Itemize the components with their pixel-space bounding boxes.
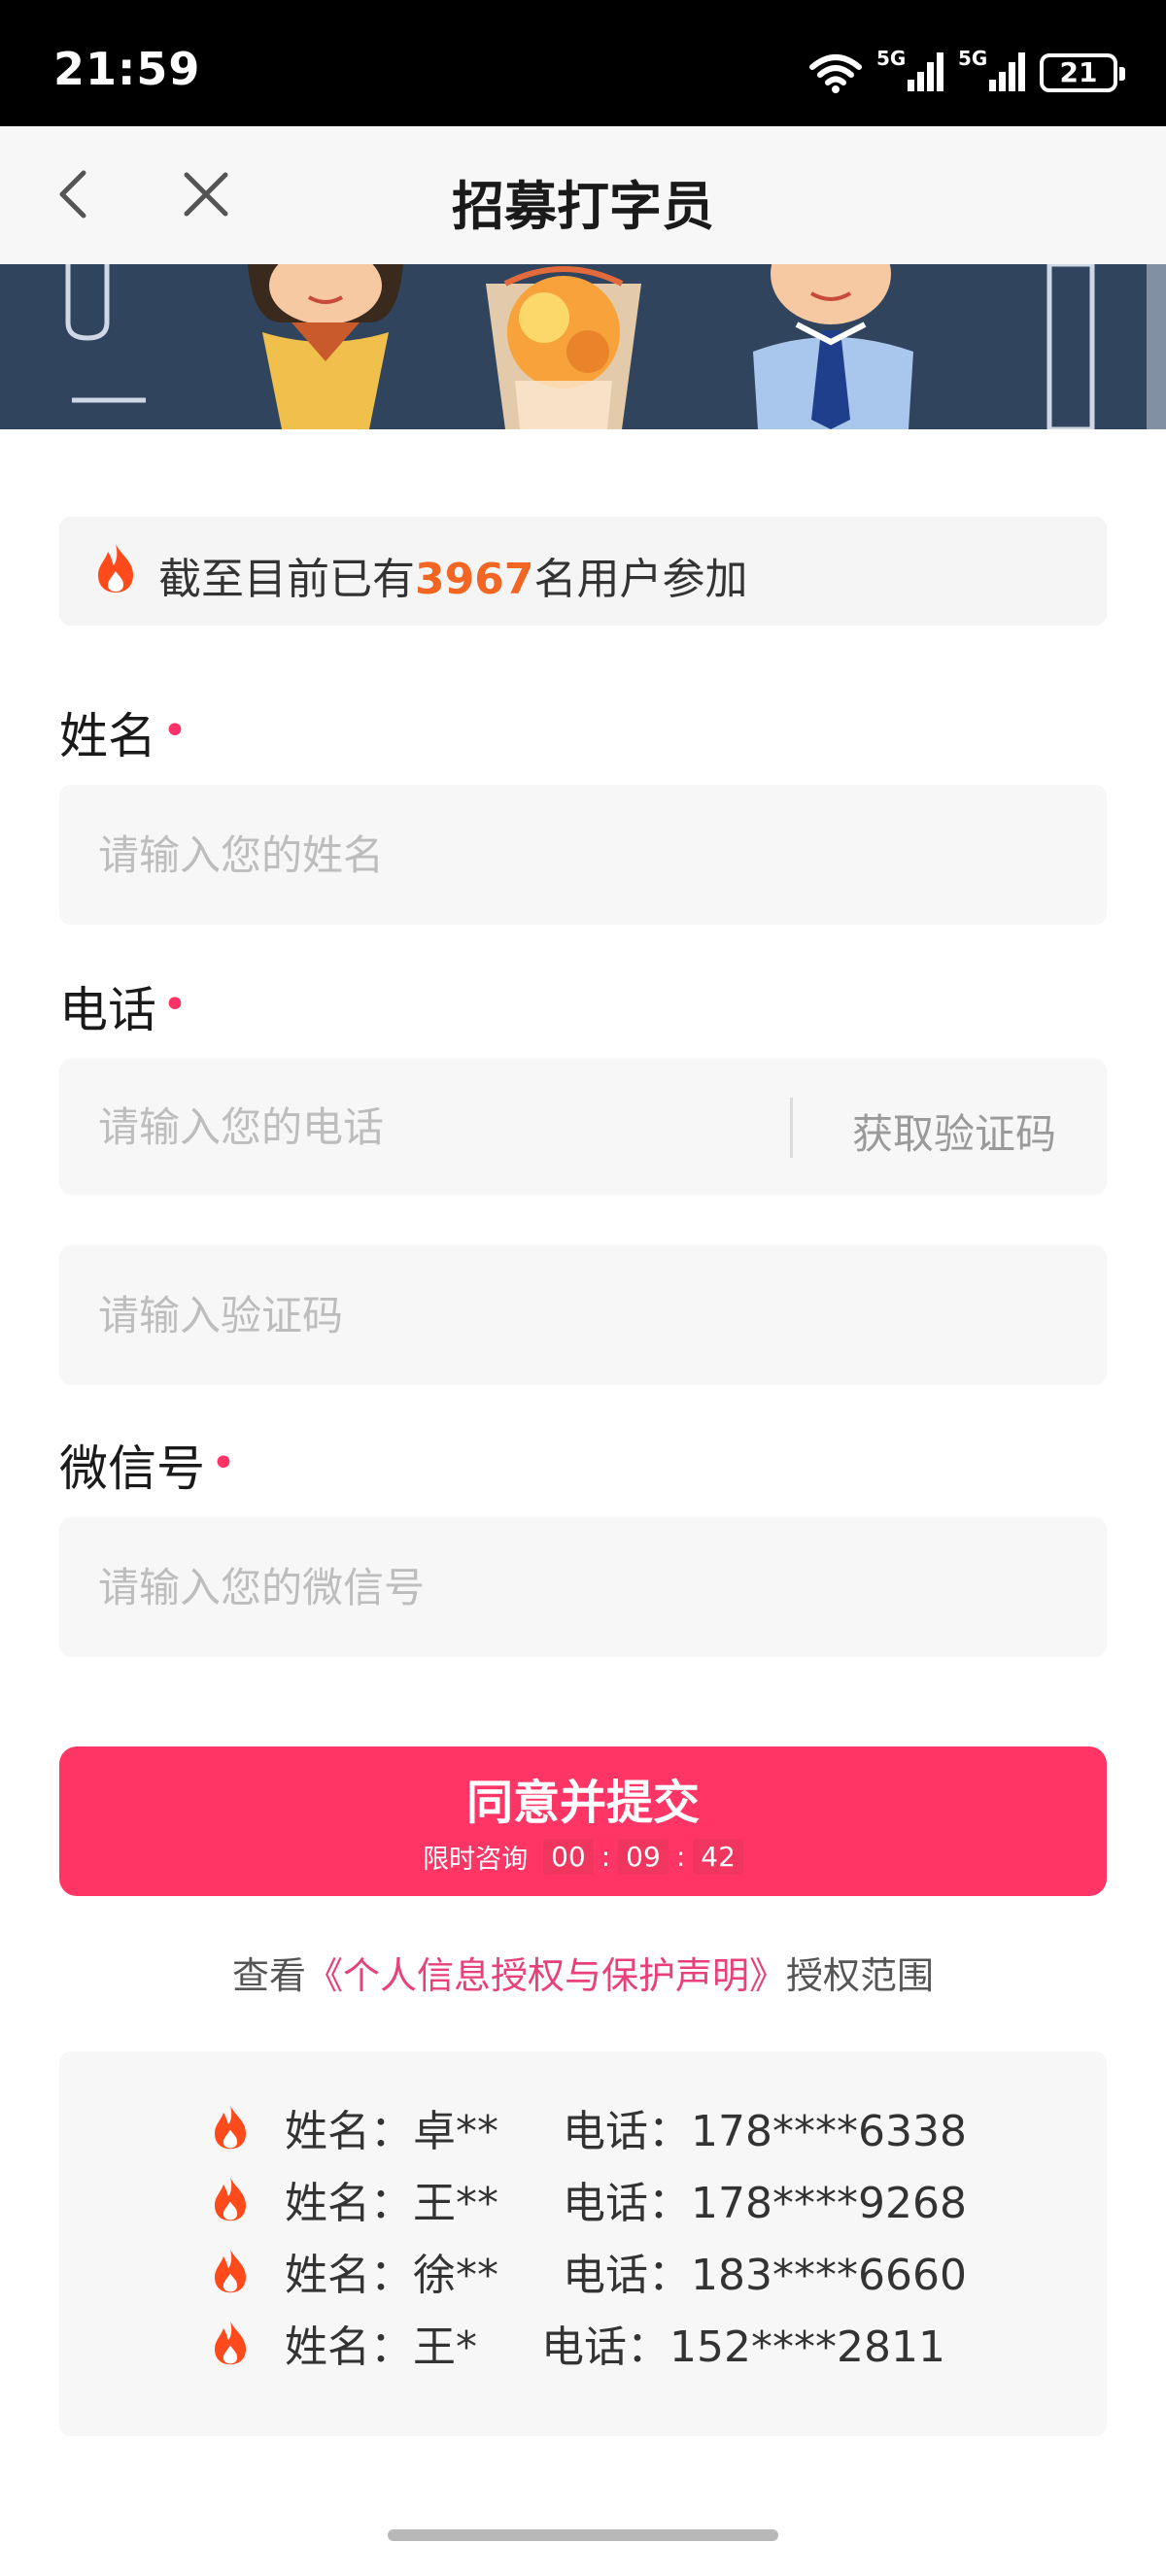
- battery-icon: 21: [1040, 53, 1125, 92]
- name-label: 姓名 •: [59, 697, 188, 767]
- participant-count-box: 截至目前已有3967名用户参加: [59, 517, 1107, 626]
- required-indicator: •: [211, 1439, 236, 1488]
- registrant-name: 姓名：王**: [285, 2179, 498, 2228]
- status-icons: 5G 5G 21: [808, 47, 1125, 97]
- name-label-text: 姓名: [59, 708, 156, 764]
- banner-illustration: [0, 264, 1166, 429]
- countdown-separator: :: [600, 1841, 611, 1873]
- signal-icon: 5G: [876, 47, 944, 95]
- required-indicator: •: [162, 706, 188, 756]
- phone-input[interactable]: [59, 1059, 778, 1195]
- registrant-name: 姓名：徐**: [285, 2251, 498, 2300]
- phone-field: 获取验证码: [59, 1059, 1107, 1195]
- count-prefix: 截至目前已有: [158, 555, 415, 604]
- nav-bar: 招募打字员: [0, 126, 1166, 264]
- divider: [790, 1098, 793, 1158]
- signal-icon: 5G: [958, 47, 1026, 95]
- registrant-phone: 电话：152****2811: [541, 2322, 945, 2372]
- participant-count-number: 3967: [415, 555, 534, 604]
- countdown-separator: :: [675, 1841, 686, 1873]
- fire-icon: [215, 2321, 246, 2365]
- submit-button[interactable]: 同意并提交 限时咨询 00 : 09 : 42: [59, 1746, 1107, 1896]
- countdown-minutes: 09: [618, 1839, 669, 1875]
- participant-count-text: 截至目前已有3967名用户参加: [158, 544, 747, 606]
- phone-label-text: 电话: [59, 982, 156, 1038]
- agreement-line: 查看《个人信息授权与保护声明》授权范围: [0, 1946, 1166, 1999]
- submit-label: 同意并提交: [465, 1776, 700, 1830]
- verification-code-input[interactable]: [59, 1245, 1107, 1385]
- get-code-button[interactable]: 获取验证码: [852, 1102, 1056, 1161]
- agreement-suffix: 授权范围: [786, 1954, 935, 1997]
- home-indicator[interactable]: [388, 2529, 778, 2541]
- wechat-label: 微信号 •: [59, 1430, 236, 1500]
- privacy-statement-link[interactable]: 《个人信息授权与保护声明》: [306, 1954, 786, 1997]
- page-title: 招募打字员: [452, 176, 714, 237]
- fire-icon: [215, 2249, 246, 2293]
- network-label: 5G: [876, 47, 907, 70]
- registrant-phone: 电话：178****6338: [563, 2107, 967, 2156]
- required-indicator: •: [162, 980, 188, 1030]
- agreement-prefix: 查看: [231, 1954, 306, 1997]
- wechat-label-text: 微信号: [59, 1441, 205, 1497]
- network-label: 5G: [958, 47, 988, 70]
- status-bar: 21:59 5G 5G 21: [0, 0, 1166, 126]
- fire-icon: [215, 2177, 246, 2221]
- name-input[interactable]: [59, 785, 1107, 925]
- count-suffix: 名用户参加: [533, 555, 748, 604]
- banner-image: [0, 264, 1166, 429]
- countdown: 限时咨询 00 : 09 : 42: [59, 1838, 1107, 1876]
- countdown-hours: 00: [543, 1839, 594, 1875]
- phone-label: 电话 •: [59, 971, 188, 1041]
- recent-registrations: 姓名：卓** 电话：178****6338 姓名：王** 电话：178****9…: [59, 2051, 1107, 2436]
- wechat-input[interactable]: [59, 1517, 1107, 1657]
- registrant-name: 姓名：卓**: [285, 2107, 498, 2156]
- registrant-phone: 电话：183****6660: [563, 2251, 967, 2300]
- page: 21:59 5G 5G 21 招募打字员 截至目前已有3967名用户参加 姓名 …: [0, 0, 1166, 2576]
- fire-icon: [215, 2105, 246, 2150]
- registrant-name: 姓名：王*: [285, 2322, 477, 2372]
- countdown-seconds: 42: [693, 1839, 743, 1875]
- wifi-icon: [809, 54, 862, 93]
- registrant-phone: 电话：178****9268: [563, 2179, 967, 2228]
- status-time: 21:59: [53, 43, 201, 95]
- fire-icon: [98, 544, 133, 593]
- countdown-prefix: 限时咨询: [423, 1845, 529, 1875]
